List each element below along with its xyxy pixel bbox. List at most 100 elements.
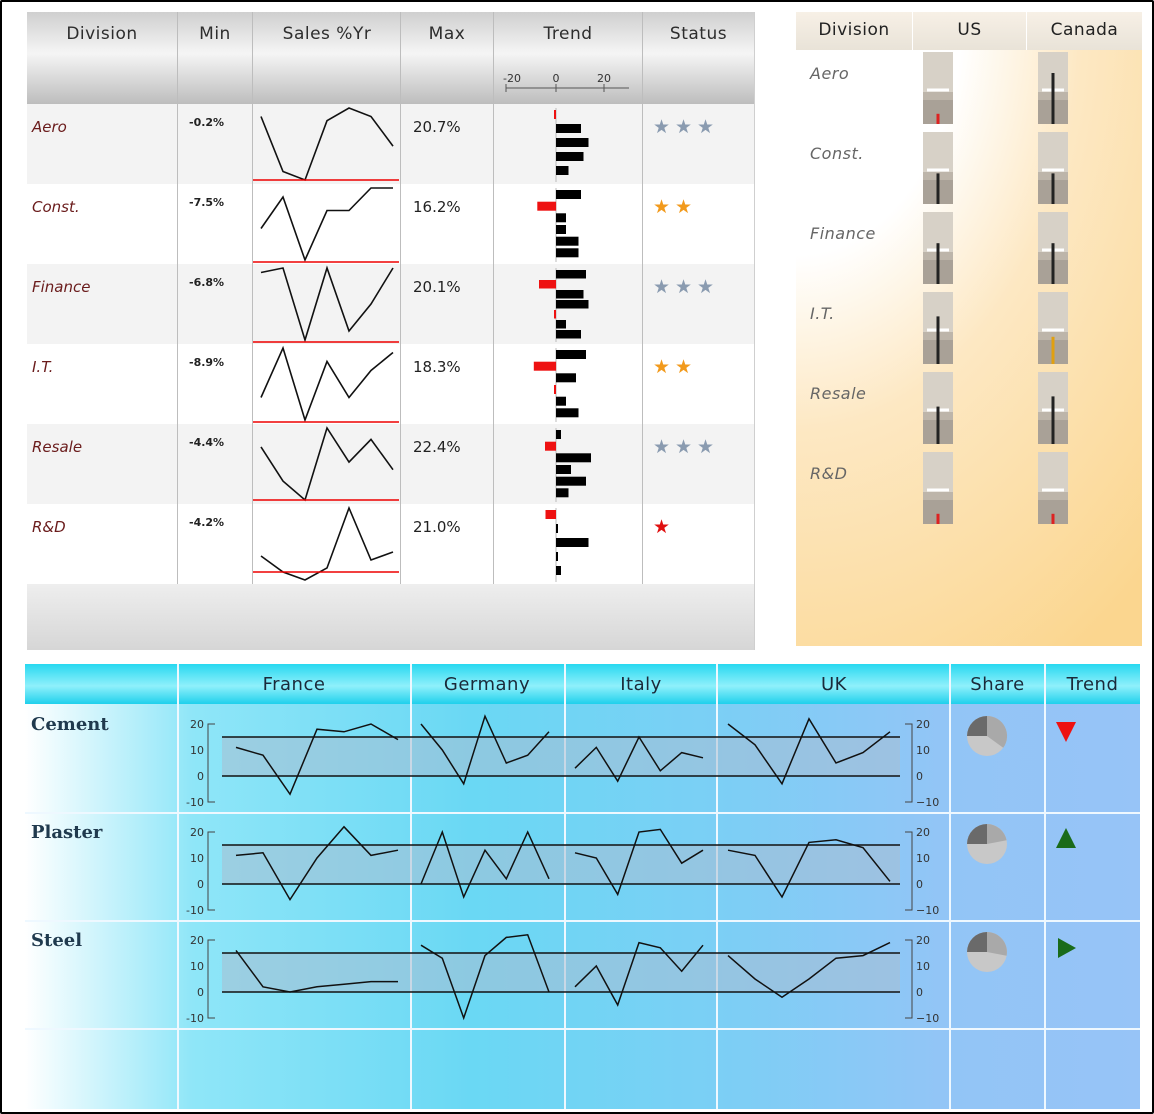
trend-tick-0: 0 (553, 72, 560, 85)
max-value: 20.1% (413, 278, 461, 296)
gauge-header-us[interactable]: US (913, 20, 1026, 40)
axis-tick-left: -10 (186, 1012, 204, 1025)
status-star-icon: ★ (653, 516, 671, 538)
country-sparklines: 20 20 10 10 0 0 -10 −10 (186, 932, 1076, 1025)
header-sales[interactable]: Sales %Yr (253, 24, 401, 44)
gauge-canada[interactable] (1038, 52, 1068, 124)
gauge-division-label: I.T. (810, 304, 835, 323)
max-value: 21.0% (413, 518, 461, 536)
trend-bar (554, 310, 556, 319)
trend-bar (556, 488, 569, 498)
share-slice (967, 716, 987, 736)
trend-down-icon (1056, 722, 1076, 742)
axis-tick-left: 0 (197, 986, 204, 999)
status-star-icon: ★ (697, 276, 715, 298)
header-status[interactable]: Status (643, 24, 754, 44)
share-slice-b (987, 932, 1007, 956)
header-min[interactable]: Min (178, 24, 252, 44)
gauge-us[interactable] (923, 372, 953, 444)
header-division[interactable]: Division (27, 24, 177, 44)
status-star-icon: ★ (675, 276, 693, 298)
country-sparklines: 20 20 10 10 0 0 -10 −10 (186, 714, 1076, 809)
axis-tick-right: 0 (916, 878, 923, 891)
trend-bar (556, 552, 558, 561)
trend-bars (545, 508, 589, 582)
gauge-canada[interactable] (1038, 372, 1068, 444)
division-name: Aero (32, 118, 67, 136)
status-star-icon: ★ (675, 196, 693, 218)
trend-bar (556, 320, 566, 329)
header-trend[interactable]: Trend (1045, 674, 1140, 695)
gauge-us[interactable] (923, 132, 953, 204)
max-value: 16.2% (413, 198, 461, 216)
table-row[interactable]: I.T. -8.9% 18.3% ★ ★ (27, 344, 754, 424)
gauge-level (936, 243, 940, 284)
gauge-canada[interactable] (1038, 452, 1068, 524)
trend-bar (556, 138, 589, 147)
status-star-icon: ★ (675, 116, 693, 138)
header-italy[interactable]: Italy (565, 674, 717, 695)
sales-sparkline (253, 107, 399, 182)
table-row[interactable]: Resale -4.4% 22.4% ★ ★ ★ (27, 424, 754, 504)
header-trend[interactable]: Trend (494, 24, 642, 44)
header-max[interactable]: Max (401, 24, 493, 44)
trend-bar (556, 465, 571, 474)
trend-bar (556, 152, 584, 161)
trend-bar (556, 538, 589, 547)
division-sales-table: Aero -0.2% 20.7% ★ ★ ★ Const. -7.5% 16.2% ★ ★ Finan… (27, 12, 755, 650)
gauge-division-label: Finance (810, 224, 876, 243)
table-row[interactable]: Const. -7.5% 16.2% ★ ★ (27, 184, 754, 264)
trend-bar (556, 225, 566, 234)
gauge-header-canada[interactable]: Canada (1027, 20, 1142, 40)
sales-line (260, 265, 394, 343)
sales-sparkline (253, 265, 399, 343)
trend-bar (533, 361, 557, 371)
gauge-us[interactable] (923, 452, 953, 524)
header-uk[interactable]: UK (718, 674, 950, 695)
status-star-icon: ★ (697, 436, 715, 458)
gauge-header-division[interactable]: Division (796, 20, 912, 40)
gauge-division-label: Const. (810, 144, 864, 163)
gauge-level (936, 513, 940, 524)
trend-bar (556, 213, 566, 223)
trend-bar (556, 330, 581, 339)
gauge-us[interactable] (923, 292, 953, 364)
gauge-us[interactable] (923, 52, 953, 124)
gauge-canada[interactable] (1038, 132, 1068, 204)
division-name: Finance (32, 278, 91, 296)
table-row[interactable]: R&D -4.2% 21.0% ★ (27, 504, 754, 584)
status-star-icon: ★ (653, 356, 671, 378)
gauge-canada[interactable] (1038, 292, 1068, 364)
division-name: Const. (32, 198, 80, 216)
header-share[interactable]: Share (950, 674, 1045, 695)
trend-bar (556, 453, 591, 463)
header-germany[interactable]: Germany (411, 674, 563, 695)
trend-bar (556, 373, 576, 383)
min-value: -6.8% (189, 276, 225, 289)
trend-bar (556, 566, 561, 575)
division-name: I.T. (32, 358, 54, 376)
axis-tick-left: 0 (197, 878, 204, 891)
table-row[interactable]: Aero -0.2% 20.7% ★ ★ ★ (27, 104, 754, 184)
gauge-canada[interactable] (1038, 212, 1068, 284)
max-value: 20.7% (413, 118, 461, 136)
axis-tick-left: -10 (186, 904, 204, 917)
gauge-us[interactable] (923, 212, 953, 284)
axis-tick-left: 10 (190, 960, 204, 973)
status-star-icon: ★ (653, 116, 671, 138)
axis-tick-left: 20 (190, 826, 204, 839)
max-value: 18.3% (413, 358, 461, 376)
trend-bar (537, 201, 557, 211)
table-row[interactable]: Finance -6.8% 20.1% ★ ★ ★ (27, 264, 754, 344)
sales-sparkline (253, 426, 399, 502)
header-france[interactable]: France (178, 674, 410, 695)
axis-tick-right: −10 (916, 904, 939, 917)
trend-bar (554, 110, 556, 119)
gauge-level (936, 406, 940, 444)
axis-tick-right: 20 (916, 718, 930, 731)
sales-sparkline (253, 505, 399, 581)
status-star-icon: ★ (675, 436, 693, 458)
trend-bar (556, 300, 589, 309)
sales-sparkline (253, 345, 399, 423)
trend-bar (539, 280, 556, 289)
